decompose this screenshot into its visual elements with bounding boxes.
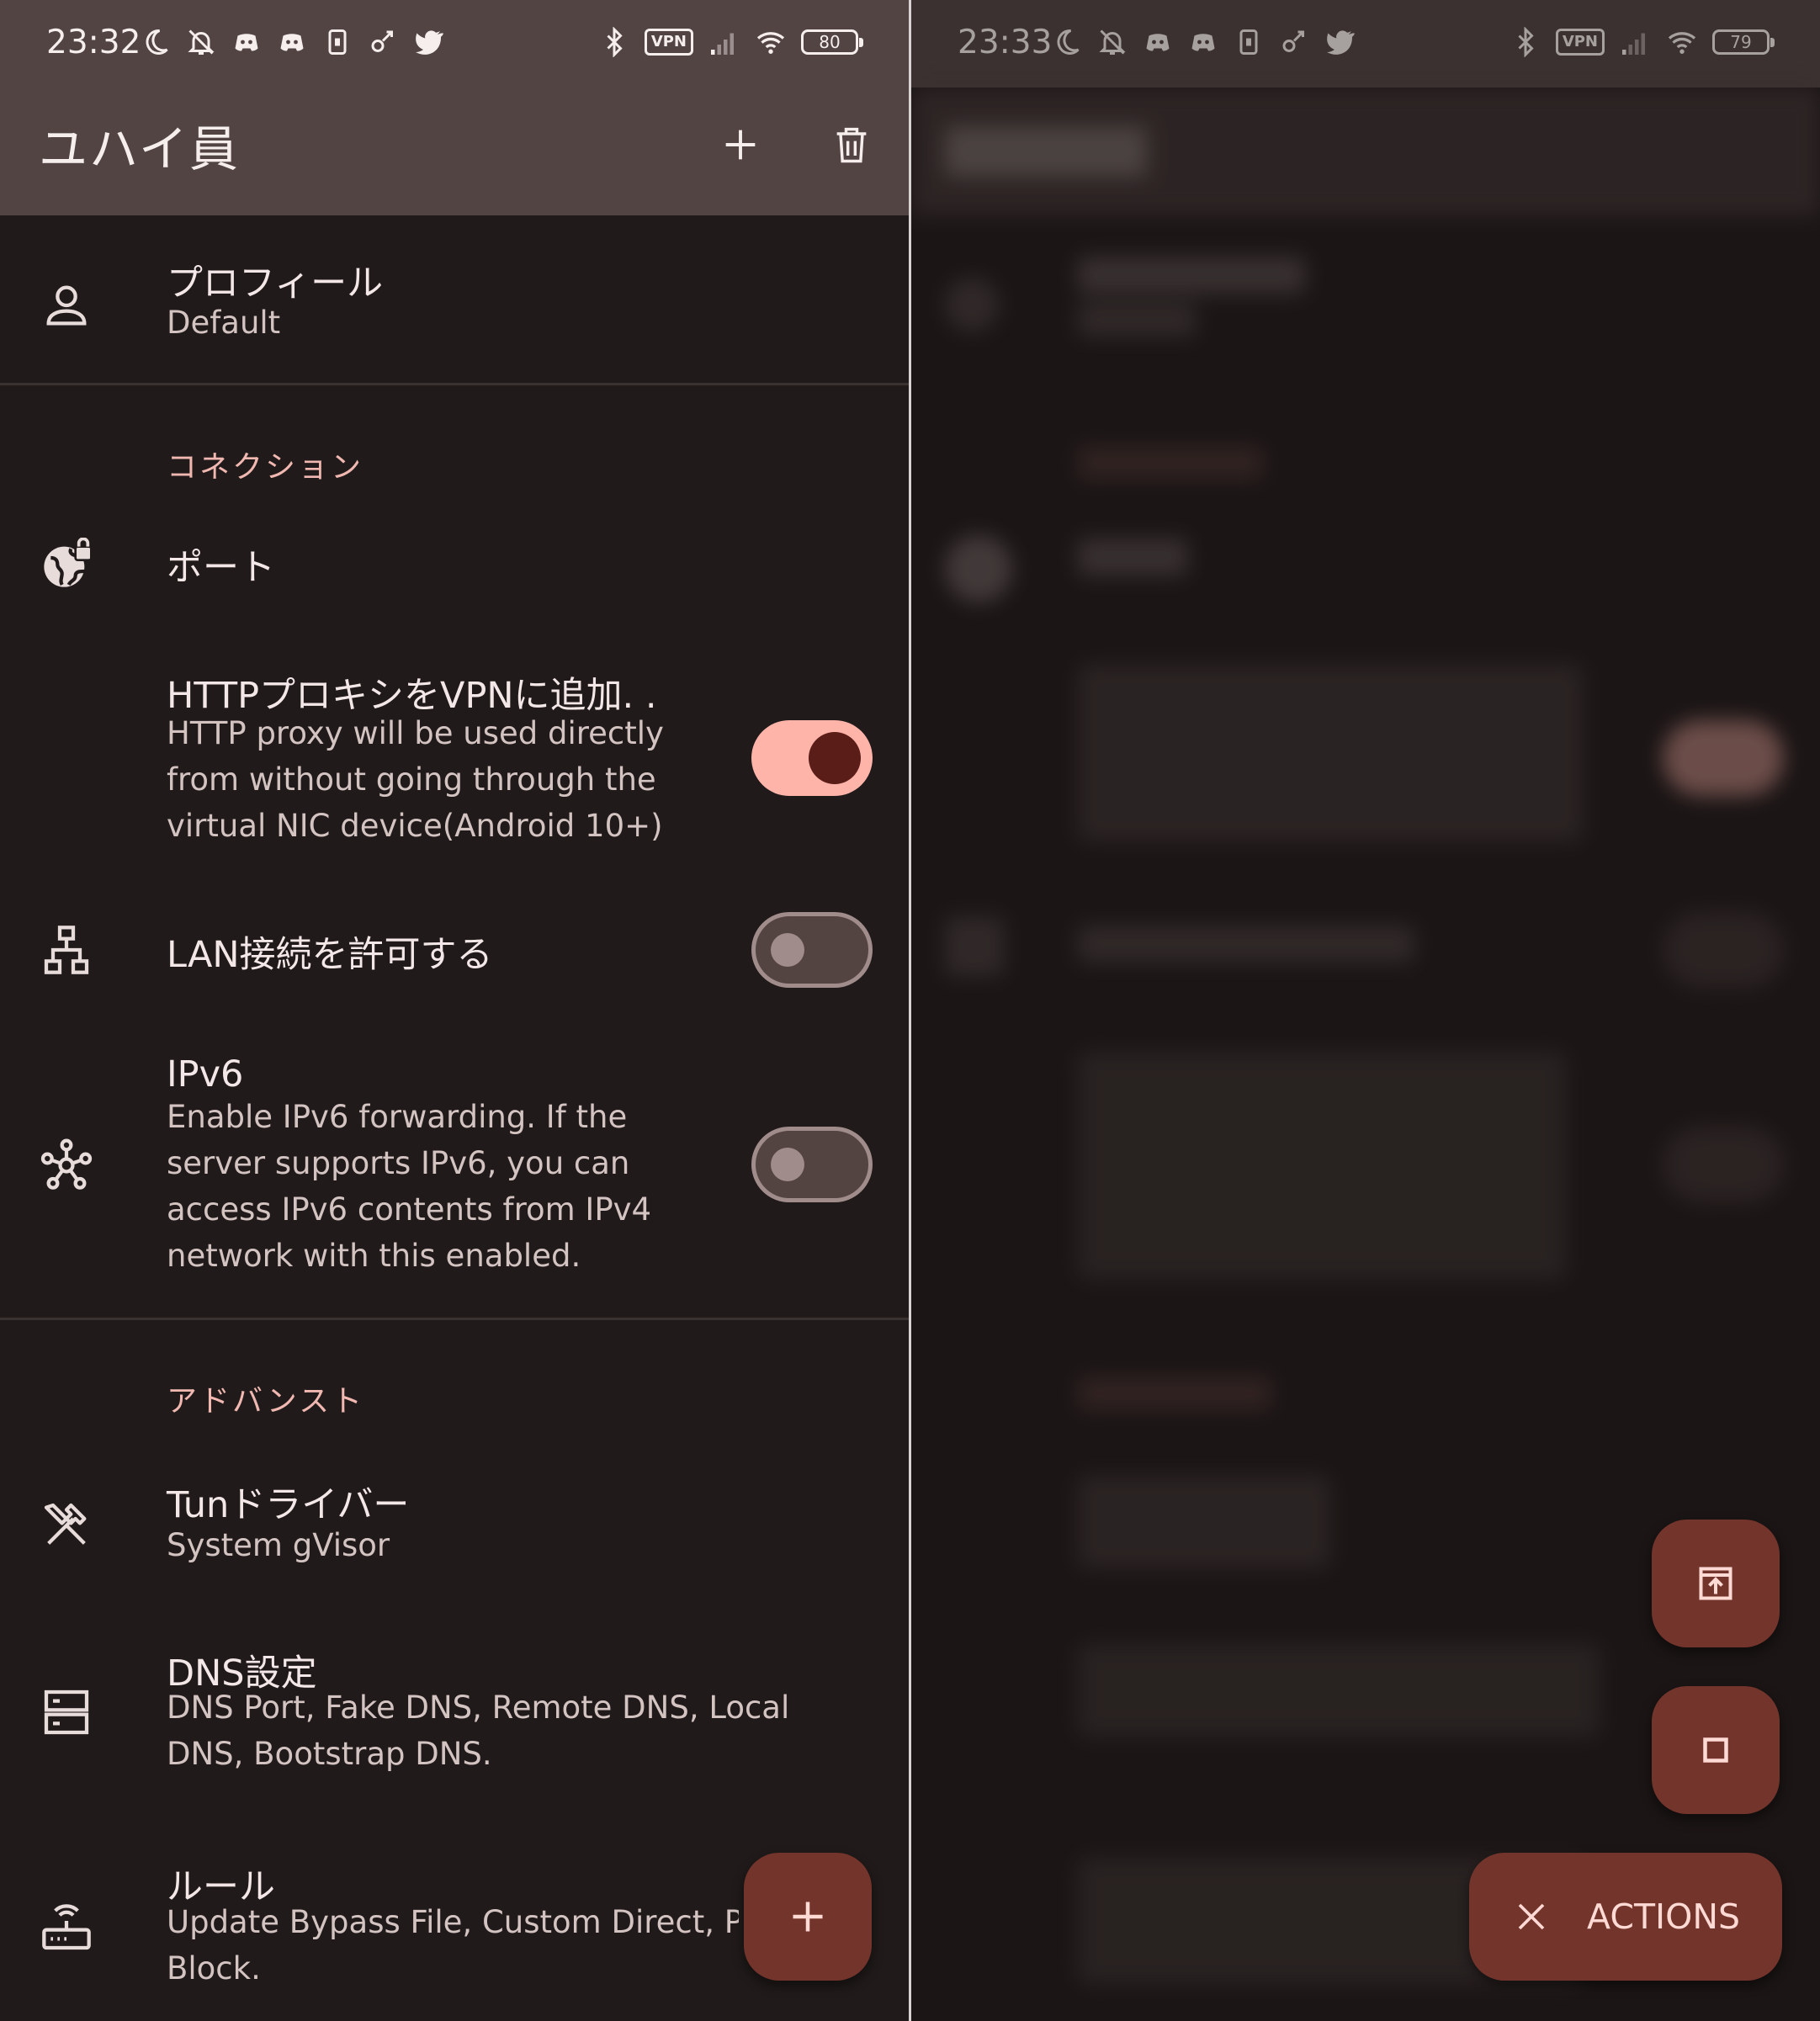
plus-icon — [725, 130, 756, 160]
tun-driver-subtitle: System gVisor — [167, 1527, 390, 1563]
actions-label: ACTIONS — [1587, 1896, 1741, 1937]
export-icon — [1699, 1567, 1732, 1600]
rules-description: Block. — [167, 1950, 261, 1987]
delete-button[interactable] — [818, 111, 885, 178]
section-header-connection: コネクション — [167, 450, 364, 485]
discord-icon — [230, 25, 263, 59]
moon-icon — [139, 25, 172, 59]
toggle-knob — [771, 1148, 804, 1181]
network-tree-icon — [34, 917, 99, 983]
port-title: ポート — [167, 547, 275, 589]
dns-settings-description: DNS, Bootstrap DNS. — [167, 1736, 492, 1772]
toggle-knob — [809, 732, 861, 784]
actions-fab[interactable]: ACTIONS — [1469, 1853, 1782, 1981]
ipv6-description: access IPv6 contents from IPv4 — [167, 1191, 652, 1228]
bell-off-icon — [184, 25, 218, 59]
lan-toggle[interactable] — [751, 912, 873, 988]
divider — [0, 383, 909, 385]
toggle-knob — [771, 933, 804, 967]
add-fab[interactable] — [744, 1853, 872, 1981]
http-proxy-description: HTTP proxy will be used directly — [167, 715, 664, 751]
plus-icon — [793, 1902, 823, 1932]
vpn-badge: VPN — [644, 29, 693, 56]
http-proxy-description: from without going through the — [167, 761, 656, 798]
page-title: ユハイ員 — [39, 120, 240, 178]
battery-indicator: 80 — [801, 29, 863, 55]
status-bar: 23:32 VPN 80 — [0, 0, 909, 88]
wifi-icon — [754, 25, 788, 59]
sim-card-icon — [321, 25, 354, 59]
tun-driver-title: Tunドライバー — [167, 1484, 410, 1526]
rules-description: Update Bypass File, Custom Direct, P — [167, 1904, 739, 1940]
profile-subtitle: Default — [167, 305, 281, 341]
settings-screen-actions-open: 23:33 VPN 79 ACTIONS — [911, 0, 1820, 2021]
settings-screen: 23:32 VPN 80 ユハイ員 プロフィール Default コネクション … — [0, 0, 909, 2021]
dns-server-icon — [34, 1679, 99, 1745]
bluetooth-icon — [597, 25, 631, 59]
signal-icon — [707, 25, 740, 59]
profile-title: プロフィール — [167, 263, 384, 305]
lan-title: LAN接続を許可する — [167, 934, 493, 976]
stop-icon — [1703, 1737, 1728, 1763]
trash-icon — [836, 127, 867, 163]
close-icon — [1518, 1903, 1545, 1930]
status-time: 23:32 — [46, 24, 141, 61]
ipv6-description: server supports IPv6, you can — [167, 1145, 630, 1181]
ipv6-title: IPv6 — [167, 1053, 244, 1095]
app-bar: ユハイ員 — [0, 88, 909, 215]
discord-icon — [275, 25, 309, 59]
settings-list: プロフィール Default コネクション ポート HTTPプロキシをVPNに追… — [0, 215, 909, 2021]
person-icon — [34, 273, 99, 338]
section-header-advanced: アドバンスト — [167, 1384, 365, 1419]
router-icon — [34, 1895, 99, 1960]
ipv6-description: Enable IPv6 forwarding. If the — [167, 1099, 628, 1135]
http-proxy-description: virtual NIC device(Android 10+) — [167, 808, 663, 844]
twitter-icon — [411, 25, 445, 59]
app-notification-icon — [366, 25, 400, 59]
add-button[interactable] — [707, 111, 774, 178]
hub-icon — [34, 1133, 99, 1198]
divider — [0, 1318, 909, 1320]
ipv6-description: network with this enabled. — [167, 1238, 581, 1274]
stop-fab[interactable] — [1652, 1686, 1780, 1814]
export-fab[interactable] — [1652, 1520, 1780, 1647]
tools-icon — [34, 1493, 99, 1558]
http-proxy-toggle[interactable] — [751, 720, 873, 796]
ipv6-toggle[interactable] — [751, 1127, 873, 1202]
dns-settings-description: DNS Port, Fake DNS, Remote DNS, Local — [167, 1689, 790, 1726]
globe-lock-icon — [34, 532, 99, 597]
